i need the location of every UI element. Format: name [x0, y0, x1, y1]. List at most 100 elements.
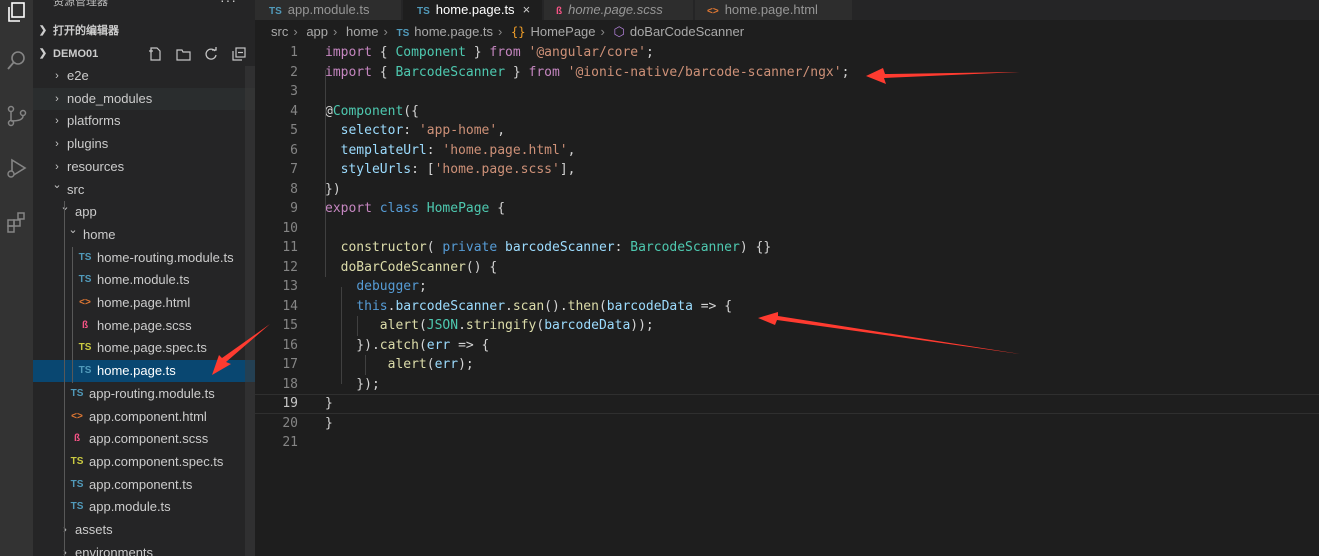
line-number: 4 — [290, 103, 298, 119]
extensions-icon[interactable] — [0, 202, 33, 242]
tree-file[interactable]: TS home-routing.module.ts — [33, 247, 255, 269]
explorer-title: 资源管理器 — [53, 0, 108, 8]
code-line[interactable]: 7 styleUrls: ['home.page.scss'], — [255, 160, 1319, 180]
tree-folder[interactable]: ⌄ home — [33, 224, 255, 246]
tab-home-page-html[interactable]: <> home.page.html — [695, 0, 853, 20]
breadcrumb-part[interactable]: home — [346, 24, 379, 39]
tree-folder[interactable]: › assets — [33, 519, 255, 541]
close-icon[interactable]: × — [523, 2, 531, 17]
new-folder-icon[interactable] — [173, 44, 193, 64]
project-label: DEMO01 — [53, 48, 99, 60]
code-line[interactable]: 11 constructor( private barcodeScanner: … — [255, 238, 1319, 258]
code-line[interactable]: 5 selector: 'app-home', — [255, 121, 1319, 141]
code-line[interactable]: 14 this.barcodeScanner.scan().then(barco… — [255, 297, 1319, 317]
indent-guide — [357, 316, 358, 336]
code-line[interactable]: 15 alert(JSON.stringify(barcodeData)); — [255, 316, 1319, 336]
tree-label: platforms — [67, 113, 121, 129]
code-line[interactable]: 10 — [255, 219, 1319, 239]
tree-file[interactable]: ß home.page.scss — [33, 315, 255, 337]
explorer-icon[interactable] — [0, 0, 33, 32]
scss-file-icon: ß — [81, 319, 89, 331]
tree-file[interactable]: TS app.module.ts — [33, 496, 255, 518]
code-line[interactable]: 12 doBarCodeScanner() { — [255, 258, 1319, 278]
code-text: import { Component } from '@angular/core… — [325, 45, 654, 60]
code-line[interactable]: 19} — [255, 394, 1319, 414]
tree-file[interactable]: <> home.page.html — [33, 292, 255, 314]
open-editors-section[interactable]: ❯ 打开的编辑器 — [33, 20, 255, 42]
run-debug-icon[interactable] — [0, 148, 33, 188]
tab-home-page-scss[interactable]: ß home.page.scss — [544, 0, 694, 20]
tree-file[interactable]: TS app.component.ts — [33, 474, 255, 496]
code-line[interactable]: 18 }); — [255, 375, 1319, 395]
breadcrumb-part[interactable]: app — [306, 24, 328, 39]
tree-file[interactable]: TS home.page.spec.ts — [33, 337, 255, 359]
code-line[interactable]: 13 debugger; — [255, 277, 1319, 297]
line-number: 1 — [290, 45, 298, 60]
code-line[interactable]: 3 — [255, 82, 1319, 102]
code-line[interactable]: 8}) — [255, 180, 1319, 200]
chevron-down-icon: ⌄ — [68, 223, 78, 236]
code-line[interactable]: 9 export class HomePage { — [255, 199, 1319, 219]
line-number: 6 — [290, 142, 298, 158]
code-line[interactable]: 16 }).catch(err => { — [255, 336, 1319, 356]
tree-file[interactable]: TS home.module.ts — [33, 269, 255, 291]
code-line[interactable]: 17 alert(err); — [255, 355, 1319, 375]
tree-folder[interactable]: › e2e — [33, 65, 255, 87]
refresh-icon[interactable] — [201, 44, 221, 64]
indent-guide — [325, 70, 326, 277]
tree-folder[interactable]: ⌄ src — [33, 179, 255, 201]
ts-spec-file-icon: TS — [78, 342, 92, 354]
tree-folder[interactable]: › plugins — [33, 133, 255, 155]
code-line[interactable]: 1 import { Component } from '@angular/cor… — [255, 43, 1319, 63]
source-control-icon[interactable] — [0, 96, 33, 136]
code-line[interactable]: 20} — [255, 414, 1319, 434]
code-text: }) — [325, 181, 341, 197]
project-section[interactable]: ❯ DEMO01 — [33, 43, 255, 65]
tree-file[interactable]: TS home.page.ts — [33, 360, 255, 383]
tree-label: app.component.spec.ts — [89, 453, 224, 469]
chevron-right-icon: › — [55, 92, 59, 105]
tree-folder[interactable]: › resources — [33, 156, 255, 178]
tree-folder[interactable]: › environments — [33, 542, 255, 556]
code-text: } — [325, 415, 333, 431]
code-line[interactable]: 6 templateUrl: 'home.page.html', — [255, 141, 1319, 161]
tree-label: app-routing.module.ts — [89, 385, 215, 401]
tree-label: assets — [75, 522, 113, 537]
tree-label: home-routing.module.ts — [97, 249, 234, 265]
breadcrumb: src › app › home › TS home.page.ts › {} HomePa… — [255, 21, 749, 43]
tree-file[interactable]: <> app.component.html — [33, 406, 255, 428]
scss-file-icon: ß — [556, 6, 563, 17]
tree-label: home — [83, 226, 116, 242]
code-line[interactable]: 4 @Component({ — [255, 102, 1319, 122]
code-text: alert(err); — [387, 357, 474, 372]
tree-folder[interactable]: › platforms — [33, 110, 255, 132]
ts-file-icon: TS — [417, 6, 430, 17]
chevron-down-icon: ❯ — [38, 48, 48, 59]
code-editor[interactable]: 1 import { Component } from '@angular/cor… — [255, 43, 1319, 556]
collapse-all-icon[interactable] — [229, 44, 249, 64]
tab-home-page-ts[interactable]: TS home.page.ts × — [403, 0, 543, 20]
code-line[interactable]: 21 — [255, 433, 1319, 453]
breadcrumb-method[interactable]: doBarCodeScanner — [630, 24, 744, 39]
code-line[interactable]: 2 import { BarcodeScanner } from '@ionic-… — [255, 63, 1319, 83]
tree-file[interactable]: TS app.component.spec.ts — [33, 451, 255, 473]
chevron-right-icon: › — [383, 24, 388, 39]
breadcrumb-class[interactable]: HomePage — [530, 24, 595, 39]
search-icon[interactable] — [0, 40, 33, 80]
tree-folder[interactable]: ⌄ app — [33, 201, 255, 223]
breadcrumb-part[interactable]: src — [271, 24, 288, 39]
tree-file[interactable]: TS app-routing.module.ts — [33, 383, 255, 405]
code-text: this.barcodeScanner.scan().then(barcodeD… — [356, 298, 733, 314]
open-editors-label: 打开的编辑器 — [53, 25, 119, 37]
more-actions-icon[interactable]: ··· — [220, 0, 237, 8]
breadcrumb-file[interactable]: home.page.ts — [414, 24, 493, 39]
line-number: 18 — [282, 376, 298, 392]
tree-folder[interactable]: › node_modules — [33, 87, 255, 110]
tree-file[interactable]: ß app.component.scss — [33, 428, 255, 450]
ts-spec-file-icon: TS — [70, 455, 84, 467]
new-file-icon[interactable] — [145, 44, 165, 64]
tree-label: app — [75, 204, 97, 220]
tab-app-module[interactable]: TS app.module.ts — [255, 0, 402, 20]
line-number: 16 — [282, 337, 298, 353]
sidebar-scrollbar[interactable] — [245, 66, 255, 556]
